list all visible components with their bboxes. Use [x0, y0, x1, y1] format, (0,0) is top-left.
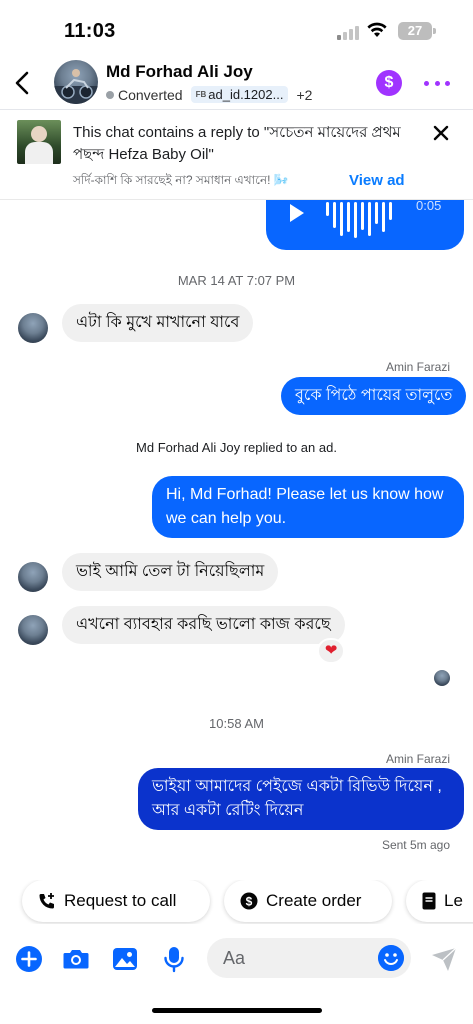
sender-label: Amin Farazi: [385, 752, 450, 766]
emoji-icon[interactable]: [378, 945, 404, 971]
plus-circle-icon[interactable]: [15, 945, 43, 973]
ad-banner-subtitle: সর্দি-কাশি কি সারছেই না? সমাধান এখানে! 🌬…: [73, 173, 289, 187]
status-bar: 11:03 27: [0, 0, 473, 56]
create-order-label: Create order: [266, 891, 362, 910]
message-thread[interactable]: 0:05 MAR 14 AT 7:07 PM এটা কি মুখে মাখান…: [0, 200, 473, 870]
ad-reply-notice: Md Forhad Ali Joy replied to an ad.: [136, 440, 337, 455]
battery-indicator: 27: [398, 22, 436, 40]
gallery-icon[interactable]: [111, 945, 139, 973]
message-input[interactable]: Aa: [207, 938, 411, 978]
ad-thumbnail[interactable]: [17, 120, 61, 164]
status-label: Converted: [118, 86, 183, 103]
heart-reaction-icon[interactable]: ❤: [317, 638, 345, 664]
sender-label: Amin Farazi: [385, 360, 450, 374]
ad-id-tag[interactable]: FB ad_id.1202...: [190, 86, 289, 103]
camera-icon[interactable]: [62, 945, 90, 973]
sent-status: Sent 5m ago: [381, 838, 450, 852]
wifi-icon: [367, 22, 387, 37]
dollar-circle-icon: $: [240, 892, 258, 910]
audio-message[interactable]: 0:05: [266, 200, 464, 250]
message-bubble[interactable]: বুকে পিঠে পায়ের তালুতে: [281, 377, 467, 415]
view-ad-link[interactable]: View ad: [349, 172, 405, 189]
document-icon: [422, 892, 436, 910]
message-bubble[interactable]: ভাই আমি তেল টা নিয়েছিলাম: [62, 553, 279, 591]
more-options-icon[interactable]: [424, 70, 450, 96]
message-bubble[interactable]: ভাইয়া আমাদের পেইজে একটা রিভিউ দিয়েন , …: [138, 768, 464, 830]
message-bubble[interactable]: এটা কি মুখে মাখানো যাবে: [62, 304, 254, 342]
play-icon[interactable]: [290, 204, 304, 222]
request-to-call-label: Request to call: [64, 891, 177, 910]
status-time: 11:03: [64, 20, 116, 42]
microphone-icon[interactable]: [160, 945, 188, 973]
chat-header: Md Forhad Ali Joy Converted FB ad_id.120…: [0, 56, 473, 110]
date-divider: MAR 14 AT 7:07 PM: [177, 273, 296, 288]
extra-tags-count[interactable]: +2: [296, 87, 312, 103]
lead-button[interactable]: Le: [406, 880, 473, 922]
back-arrow-icon[interactable]: [10, 68, 36, 98]
sender-avatar[interactable]: [18, 562, 48, 592]
home-indicator: [152, 1008, 322, 1013]
close-icon[interactable]: [430, 122, 452, 144]
sender-avatar[interactable]: [18, 313, 48, 343]
time-divider: 10:58 AM: [209, 716, 264, 731]
status-dot: [106, 90, 114, 99]
sender-avatar[interactable]: [18, 615, 48, 645]
quick-actions-bar: Request to call $ Create order Le: [0, 880, 473, 924]
lead-label: Le: [444, 891, 463, 910]
contact-avatar[interactable]: [54, 60, 98, 104]
ad-banner-title: This chat contains a reply to "সচেতন মায…: [73, 124, 401, 163]
phone-plus-icon: [38, 892, 56, 910]
create-order-button[interactable]: $ Create order: [224, 880, 392, 922]
message-bubble[interactable]: এখনো ব্যাবহার করছি ভালো কাজ করছে: [62, 606, 345, 644]
signal-icon: [337, 24, 361, 40]
send-icon[interactable]: [430, 945, 458, 973]
audio-duration: 0:05: [416, 200, 442, 213]
contact-name[interactable]: Md Forhad Ali Joy: [106, 62, 253, 82]
message-composer: Aa: [0, 936, 473, 982]
message-input-placeholder: Aa: [223, 948, 246, 968]
seen-indicator-avatar: [434, 670, 450, 686]
svg-text:$: $: [246, 895, 253, 909]
request-to-call-button[interactable]: Request to call: [22, 880, 210, 922]
message-bubble[interactable]: Hi, Md Forhad! Please let us know how we…: [152, 476, 464, 538]
contact-subtitle: Converted FB ad_id.1202... +2: [106, 86, 312, 103]
tag-label: ad_id.1202...: [208, 87, 284, 102]
ad-reply-banner: This chat contains a reply to "সচেতন মায…: [0, 110, 473, 200]
waveform: [326, 202, 392, 238]
payment-button[interactable]: $: [376, 70, 402, 96]
tag-prefix: FB: [195, 90, 207, 99]
